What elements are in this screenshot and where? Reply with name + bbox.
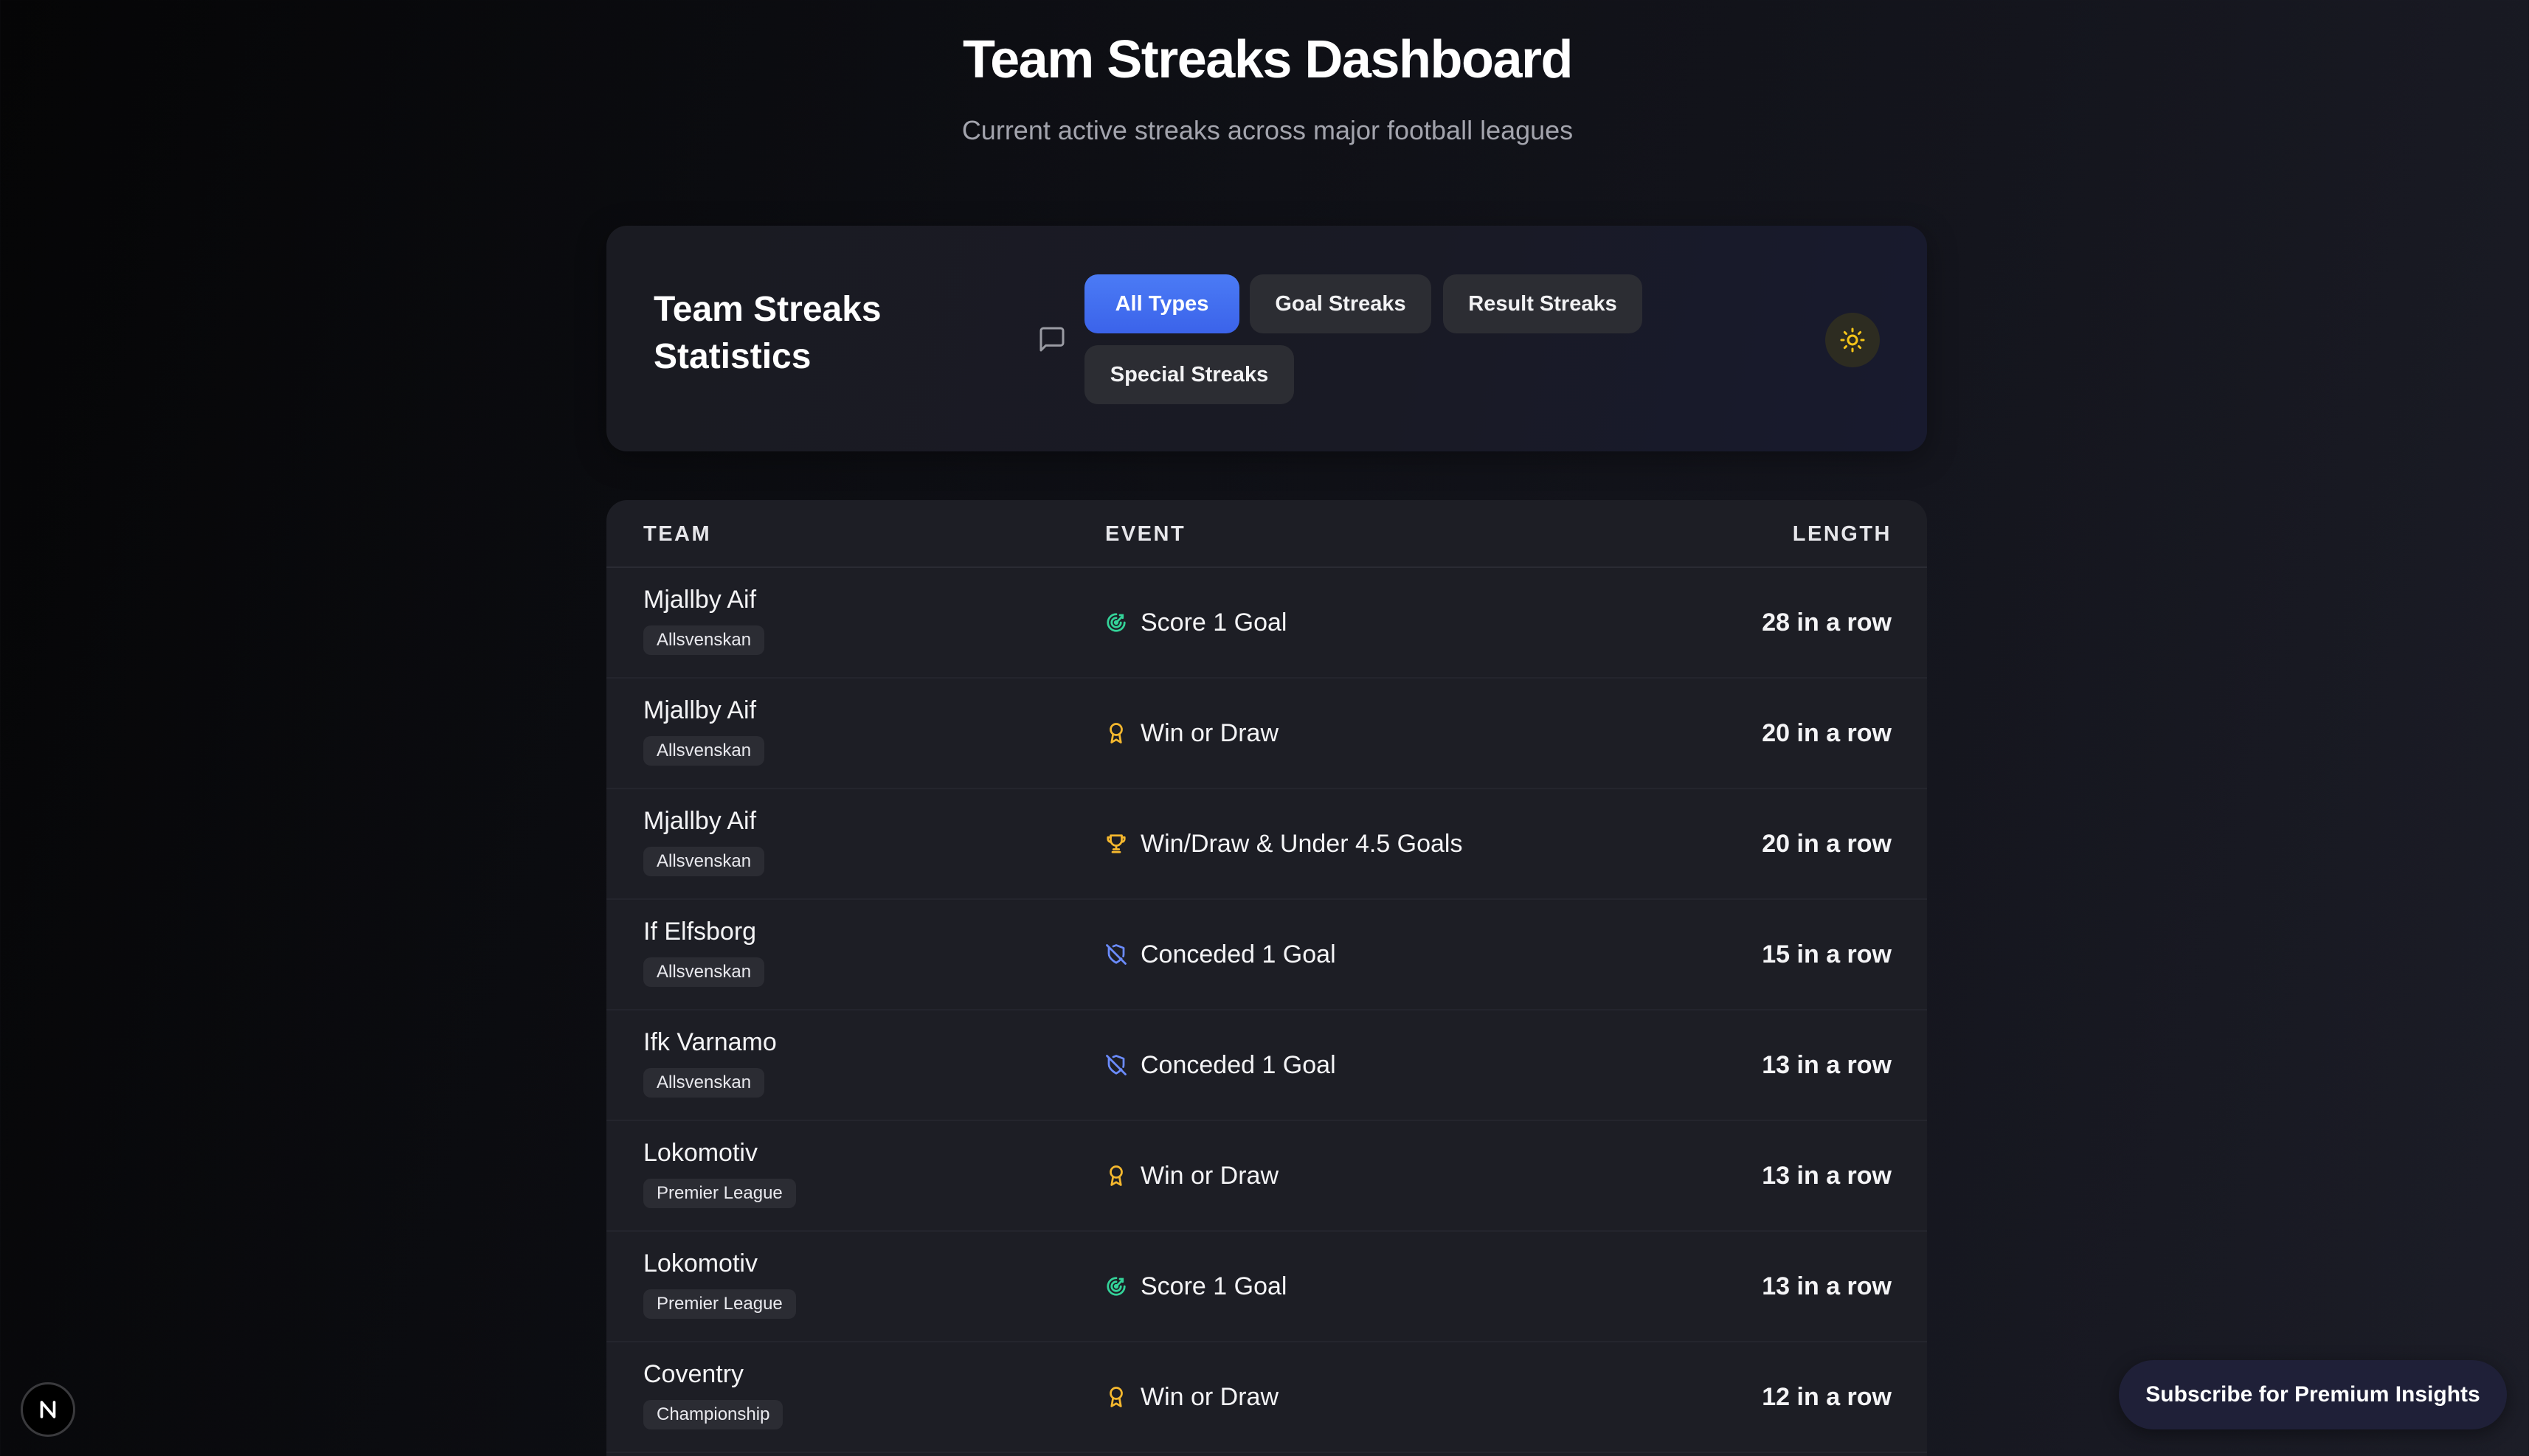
filter-all-types[interactable]: All Types <box>1084 274 1239 333</box>
table-row[interactable]: Mjallby Aif Allsvenskan Score 1 Goal 28 in … <box>606 568 1927 679</box>
event-label: Win or Draw <box>1141 1382 1279 1411</box>
page-title: Team Streaks Dashboard <box>962 30 1574 89</box>
filter-panel: Team Streaks Statistics All Types Goal S… <box>606 226 1927 451</box>
sun-icon <box>1839 327 1866 353</box>
team-name: Mjallby Aif <box>643 696 757 724</box>
filter-label: All Types <box>1115 291 1209 316</box>
filter-label: Special Streaks <box>1110 362 1269 386</box>
team-name: Coventry <box>643 1360 744 1388</box>
column-header-event[interactable]: EVENT <box>1105 522 1186 547</box>
streak-length: 20 in a row <box>1762 829 1892 858</box>
table-row[interactable]: Mjallby Aif Allsvenskan Win/Draw & Under 4… <box>606 789 1927 900</box>
league-badge: Allsvenskan <box>643 625 765 655</box>
subscribe-button[interactable]: Subscribe for Premium Insights <box>2119 1360 2507 1429</box>
table-header: TEAM EVENT LENGTH <box>606 500 1927 568</box>
event-label: Score 1 Goal <box>1141 1272 1287 1300</box>
panel-title: Team Streaks Statistics <box>654 290 882 376</box>
event-label: Conceded 1 Goal <box>1141 940 1336 968</box>
league-badge: Allsvenskan <box>643 847 765 876</box>
table-row[interactable]: Coventry Championship Win or Draw 12 in a r… <box>606 1342 1927 1453</box>
event-cell: Win/Draw & Under 4.5 Goals <box>1105 826 1463 862</box>
event-cell: Conceded 1 Goal <box>1105 937 1336 972</box>
event-label: Win or Draw <box>1141 718 1279 747</box>
column-header-team[interactable]: TEAM <box>643 522 711 547</box>
trophy-icon <box>1105 833 1127 855</box>
streak-length: 13 in a row <box>1762 1272 1892 1300</box>
streak-length: 15 in a row <box>1762 940 1892 968</box>
streak-length: 13 in a row <box>1762 1050 1892 1079</box>
streak-length: 20 in a row <box>1762 718 1892 747</box>
shield-off-icon <box>1105 943 1127 966</box>
event-label: Score 1 Goal <box>1141 608 1287 637</box>
league-badge: Allsvenskan <box>643 1068 765 1098</box>
message-square-icon[interactable] <box>1037 325 1067 354</box>
streaks-table: TEAM EVENT LENGTH Mjallby Aif Allsvenskan… <box>606 500 1927 1456</box>
league-badge: Allsvenskan <box>643 736 765 766</box>
filter-special-streaks[interactable]: Special Streaks <box>1084 345 1294 404</box>
event-cell: Win or Draw <box>1105 1158 1279 1193</box>
event-cell: Win or Draw <box>1105 1379 1279 1415</box>
filter-goal-streaks[interactable]: Goal Streaks <box>1250 274 1431 333</box>
event-cell: Score 1 Goal <box>1105 1269 1287 1304</box>
team-name: Lokomotiv <box>643 1249 758 1278</box>
league-badge: Championship <box>643 1400 783 1429</box>
filter-label: Goal Streaks <box>1275 291 1406 316</box>
table-row[interactable]: Lokomotiv Premier League Score 1 Goal 13 in… <box>606 1232 1927 1342</box>
event-label: Win or Draw <box>1141 1161 1279 1190</box>
filter-label: Result Streaks <box>1468 291 1617 316</box>
team-name: Lokomotiv <box>643 1139 758 1167</box>
page-subtitle: Current active streaks across major foot… <box>961 115 1574 145</box>
shield-off-icon <box>1105 1054 1127 1076</box>
event-cell: Score 1 Goal <box>1105 605 1287 640</box>
event-cell: Conceded 1 Goal <box>1105 1047 1336 1083</box>
streak-length: 13 in a row <box>1762 1161 1892 1190</box>
team-name: Mjallby Aif <box>643 807 757 835</box>
award-icon <box>1105 722 1127 744</box>
filter-result-streaks[interactable]: Result Streaks <box>1443 274 1642 333</box>
team-name: Ifk Varnamo <box>643 1028 777 1056</box>
next-logo-button[interactable] <box>21 1382 75 1437</box>
table-row[interactable]: Mjallby Aif Allsvenskan Win or Draw 20 in a… <box>606 679 1927 789</box>
streak-length: 28 in a row <box>1762 608 1892 637</box>
column-header-length[interactable]: LENGTH <box>1793 522 1892 547</box>
table-row[interactable]: Lokomotiv Premier League Win or Draw 13 in … <box>606 1121 1927 1232</box>
table-row[interactable]: Ifk Varnamo Allsvenskan Conceded 1 Goal 13 … <box>606 1010 1927 1121</box>
league-badge: Allsvenskan <box>643 957 765 987</box>
team-name: Mjallby Aif <box>643 586 757 614</box>
league-badge: Premier League <box>643 1179 796 1208</box>
streak-length: 12 in a row <box>1762 1382 1892 1411</box>
league-badge: Premier League <box>643 1289 796 1319</box>
team-name: If Elfsborg <box>643 918 757 946</box>
target-icon <box>1105 611 1127 634</box>
target-icon <box>1105 1275 1127 1297</box>
theme-toggle-button[interactable] <box>1825 313 1880 367</box>
event-label: Win/Draw & Under 4.5 Goals <box>1141 829 1463 858</box>
award-icon <box>1105 1165 1127 1187</box>
event-cell: Win or Draw <box>1105 715 1279 751</box>
table-row[interactable]: If Elfsborg Allsvenskan Conceded 1 Goal 15 … <box>606 900 1927 1010</box>
award-icon <box>1105 1386 1127 1408</box>
event-label: Conceded 1 Goal <box>1141 1050 1336 1079</box>
